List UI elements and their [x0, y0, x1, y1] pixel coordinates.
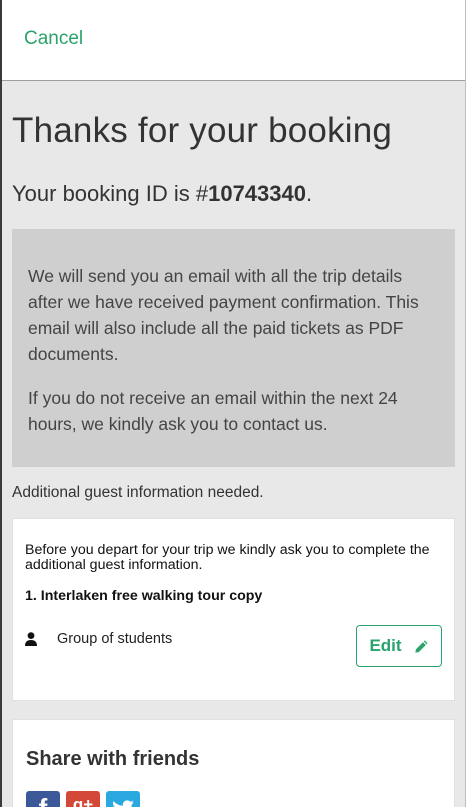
email-notice-box: We will send you an email with all the t…	[12, 229, 455, 467]
guest-info-card: Before you depart for your trip we kindl…	[12, 518, 455, 701]
booking-id-suffix: .	[305, 181, 313, 206]
facebook-share-button[interactable]: f	[26, 791, 60, 807]
tour-name: 1. Interlaken free walking tour copy	[25, 588, 263, 604]
booking-id-prefix: Your booking ID is #	[12, 181, 209, 206]
edit-button[interactable]: Edit	[356, 625, 442, 667]
guest-info-instruction: Before you depart for your trip we kindl…	[25, 542, 430, 573]
google-plus-icon: g+	[72, 795, 94, 807]
cancel-button[interactable]: Cancel	[24, 28, 83, 50]
main-content: Thanks for your booking Your booking ID …	[2, 111, 465, 807]
app-frame: Cancel Thanks for your booking Your book…	[0, 0, 466, 807]
booking-id-number: 10743340	[208, 181, 306, 206]
facebook-icon: f	[39, 793, 48, 807]
notice-paragraph-2: If you do not receive an email within th…	[28, 388, 398, 434]
top-bar: Cancel	[2, 0, 465, 81]
edit-button-label: Edit	[369, 636, 402, 655]
guest-row: Group of students	[25, 631, 172, 647]
booking-id-line: Your booking ID is #10743340.	[12, 181, 455, 207]
pencil-icon	[414, 639, 428, 653]
twitter-icon	[112, 800, 134, 807]
guest-type-label: Group of students	[57, 631, 173, 647]
google-plus-share-button[interactable]: g+	[66, 791, 100, 807]
twitter-share-button[interactable]	[106, 791, 140, 807]
notice-paragraph-1: We will send you an email with all the t…	[28, 266, 419, 364]
social-buttons: f g+	[26, 791, 442, 807]
person-icon	[25, 632, 37, 646]
page-title: Thanks for your booking	[12, 111, 393, 150]
share-title: Share with friends	[26, 748, 200, 770]
additional-info-label: Additional guest information needed.	[12, 484, 264, 501]
share-card: Share with friends f g+	[12, 719, 455, 807]
